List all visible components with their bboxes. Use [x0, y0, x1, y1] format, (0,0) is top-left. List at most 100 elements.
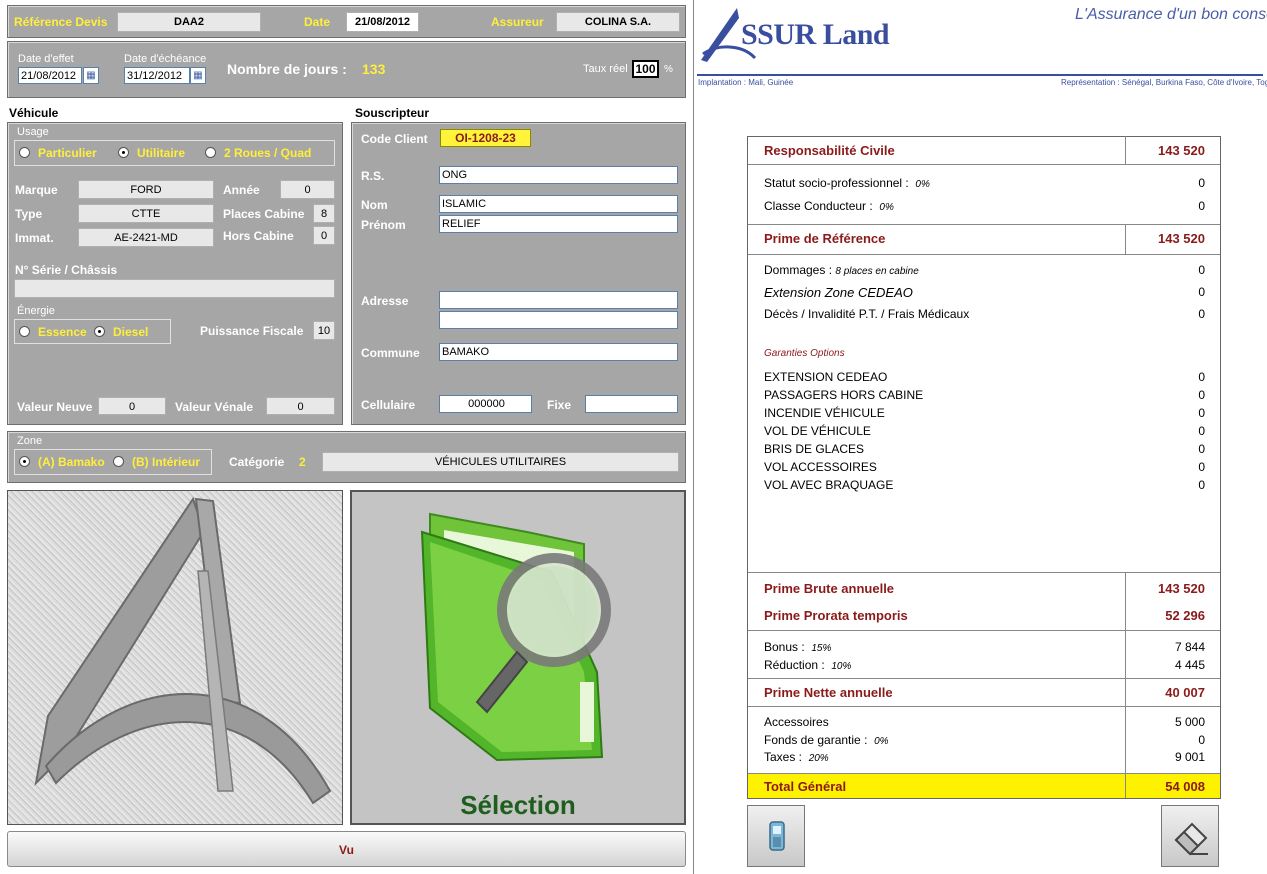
fonds-label: Fonds de garantie :	[764, 733, 868, 747]
zone-b[interactable]: (B) Intérieur	[132, 455, 200, 469]
valeur-venale-field[interactable]: 0	[266, 397, 335, 415]
assureur-label: Assureur	[491, 15, 544, 29]
prenom-field[interactable]: RELIEF	[439, 215, 678, 233]
acc-label: Accessoires	[764, 715, 829, 729]
fonds-value: 0	[1198, 733, 1205, 747]
nette-value: 40 007	[1165, 685, 1205, 700]
reduc-pct: 10%	[831, 661, 852, 672]
puissance-field[interactable]: 10	[313, 321, 335, 340]
energie-diesel[interactable]: Diesel	[113, 325, 148, 339]
annee-field[interactable]: 0	[280, 180, 335, 199]
summary-vcol	[1125, 572, 1126, 630]
divider	[748, 706, 1220, 707]
commune-label: Commune	[361, 346, 420, 360]
radio-essence[interactable]	[19, 326, 30, 337]
adresse-field-1[interactable]	[439, 291, 678, 309]
usage-utilitaire[interactable]: Utilitaire	[137, 146, 185, 160]
energie-essence[interactable]: Essence	[38, 325, 87, 339]
bonus-pct: 15%	[811, 643, 832, 654]
marque-field[interactable]: FORD	[78, 180, 214, 199]
option-value: 0	[1198, 478, 1205, 492]
option-value: 0	[1198, 424, 1205, 438]
radio-zone-b[interactable]	[113, 456, 124, 467]
serie-field[interactable]	[14, 279, 335, 298]
categorie-num: 2	[299, 455, 306, 469]
categorie-field[interactable]: VÉHICULES UTILITAIRES	[322, 452, 679, 472]
bonus-label: Bonus :	[764, 640, 805, 654]
date-field[interactable]: 21/08/2012	[346, 12, 419, 32]
fixe-label: Fixe	[547, 398, 572, 412]
selection-button[interactable]: Sélection	[350, 490, 686, 825]
usage-particulier[interactable]: Particulier	[38, 146, 97, 160]
brute-label: Prime Brute annuelle	[764, 581, 895, 596]
hors-label: Hors Cabine	[223, 229, 294, 243]
hors-field[interactable]: 0	[313, 226, 335, 245]
date-echeance-label: Date d'échéance	[124, 53, 207, 65]
rs-label: R.S.	[361, 169, 385, 183]
commune-field[interactable]: BAMAKO	[439, 343, 678, 361]
option-label: INCENDIE VÉHICULE	[764, 406, 885, 420]
taux-field[interactable]: 100	[632, 60, 659, 78]
bonus-value: 7 844	[1174, 640, 1205, 654]
type-field[interactable]: CTTE	[78, 204, 214, 223]
nom-field[interactable]: ISLAMIC	[439, 195, 678, 213]
reduc-row: Réduction : 10%	[764, 658, 851, 672]
nette-label: Prime Nette annuelle	[764, 685, 893, 700]
deces-label: Décès / Invalidité P.T. / Frais Médicaux	[764, 307, 970, 321]
option-value: 0	[1198, 388, 1205, 402]
date-echeance-field[interactable]: 31/12/2012	[124, 67, 190, 84]
zone-label: Zone	[17, 435, 43, 447]
cell-field[interactable]: 000000	[439, 395, 532, 413]
fixe-field[interactable]	[585, 395, 678, 413]
usage-label: Usage	[17, 126, 49, 138]
bonus-row: Bonus : 15%	[764, 640, 831, 654]
ref-field[interactable]: DAA2	[117, 12, 261, 32]
radio-particulier[interactable]	[19, 147, 30, 158]
fonds-row: Fonds de garantie : 0%	[764, 733, 889, 747]
valeur-venale-label: Valeur Vénale	[175, 400, 254, 414]
radio-utilitaire[interactable]	[118, 147, 129, 158]
vu-button[interactable]: Vu	[7, 831, 686, 867]
taxes-label: Taxes :	[764, 750, 803, 764]
summary-vcol	[1125, 706, 1126, 773]
usage-2roues[interactable]: 2 Roues / Quad	[224, 146, 311, 160]
places-field[interactable]: 8	[313, 204, 335, 223]
radio-zone-a[interactable]	[19, 456, 30, 467]
code-field[interactable]: OI-1208-23	[440, 129, 531, 147]
option-label: PASSAGERS HORS CABINE	[764, 388, 924, 402]
prorata-value: 52 296	[1165, 608, 1205, 623]
immat-label: Immat.	[15, 231, 54, 245]
ext-value: 0	[1198, 285, 1205, 299]
summary-vcol	[1125, 224, 1126, 254]
immat-field[interactable]: AE-2421-MD	[78, 228, 214, 247]
calendar-icon[interactable]: ▦	[190, 67, 206, 84]
adresse-field-2[interactable]	[439, 311, 678, 329]
option-label: BRIS DE GLACES	[764, 442, 865, 456]
assureur-field[interactable]: COLINA S.A.	[556, 12, 680, 32]
rs-field[interactable]: ONG	[439, 166, 678, 184]
rc-value: 143 520	[1158, 143, 1205, 158]
date-effet-field[interactable]: 21/08/2012	[18, 67, 82, 84]
classe-label: Classe Conducteur :	[764, 199, 873, 213]
divider	[748, 224, 1220, 225]
statut-label: Statut socio-professionnel :	[764, 176, 909, 190]
zone-a[interactable]: (A) Bamako	[38, 455, 105, 469]
option-value: 0	[1198, 460, 1205, 474]
eraser-button[interactable]	[1161, 805, 1219, 867]
ref-label: Référence Devis	[14, 15, 108, 29]
calendar-icon[interactable]: ▦	[83, 67, 99, 84]
divider	[748, 254, 1220, 255]
classe-pct: 0%	[879, 202, 894, 213]
valeur-neuve-field[interactable]: 0	[98, 397, 166, 415]
phone-button[interactable]	[747, 805, 805, 867]
categorie-label: Catégorie	[229, 455, 285, 469]
brand-rule	[697, 74, 1263, 76]
radio-2roues[interactable]	[205, 147, 216, 158]
radio-diesel[interactable]	[94, 326, 105, 337]
classe-row: Classe Conducteur : 0%	[764, 199, 894, 213]
serie-label: N° Série / Châssis	[15, 263, 118, 277]
taxes-value: 9 001	[1174, 750, 1205, 764]
implantation: Implantation : Mali, Guinée	[698, 78, 794, 87]
date-label: Date	[304, 15, 331, 29]
mobile-phone-icon	[769, 821, 785, 851]
